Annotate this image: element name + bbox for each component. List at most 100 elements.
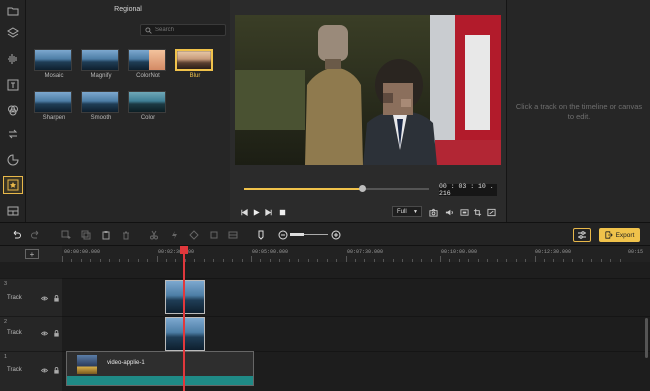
effects-icon[interactable] bbox=[3, 176, 23, 194]
effect-smooth[interactable]: Smooth bbox=[81, 91, 121, 121]
effect-sharpen[interactable]: Sharpen bbox=[34, 91, 74, 121]
copy-icon[interactable] bbox=[80, 229, 91, 240]
effect-thumbnail bbox=[175, 49, 213, 71]
lock-icon[interactable] bbox=[53, 330, 60, 337]
ruler-tick bbox=[156, 256, 158, 262]
freeze-frame-icon[interactable] bbox=[227, 229, 238, 240]
video-clip-name: video-applie-1 bbox=[107, 360, 145, 366]
aspect-ratio-icon[interactable] bbox=[459, 206, 469, 218]
lock-icon[interactable] bbox=[53, 367, 60, 374]
ruler-tick bbox=[80, 259, 82, 262]
fullscreen-icon[interactable] bbox=[486, 206, 496, 218]
lock-icon[interactable] bbox=[53, 295, 60, 302]
layout-icon[interactable] bbox=[3, 202, 23, 220]
ruler-tick bbox=[165, 259, 167, 262]
visibility-eye-icon[interactable] bbox=[41, 367, 48, 374]
crop-icon[interactable] bbox=[472, 206, 482, 218]
play-icon[interactable] bbox=[251, 206, 261, 218]
split-icon[interactable] bbox=[168, 229, 179, 240]
video-clip-thumbnail bbox=[77, 355, 97, 374]
export-button[interactable]: Export bbox=[599, 228, 640, 242]
search-input[interactable] bbox=[155, 27, 225, 33]
effect-clip-track-3[interactable] bbox=[165, 280, 205, 314]
ruler-tick bbox=[137, 259, 139, 262]
ruler-tick bbox=[288, 259, 290, 262]
timeline-zoom-slider[interactable] bbox=[290, 233, 328, 236]
marker-flag-icon[interactable] bbox=[255, 229, 266, 240]
chevron-down-icon: ▼ bbox=[413, 209, 418, 215]
video-canvas[interactable] bbox=[235, 15, 501, 165]
ruler-tick bbox=[610, 259, 612, 262]
search-box[interactable] bbox=[140, 24, 226, 36]
effect-label: Magnify bbox=[90, 73, 112, 79]
effect-clip-track-2[interactable] bbox=[165, 317, 205, 351]
snapshot-camera-icon[interactable] bbox=[428, 206, 438, 218]
playback-progress-bar[interactable] bbox=[244, 185, 429, 192]
ruler-tick bbox=[572, 259, 574, 262]
add-marker-icon[interactable] bbox=[60, 229, 71, 240]
video-clip[interactable]: video-applie-1 bbox=[66, 351, 254, 386]
ruler-tick bbox=[62, 256, 63, 262]
transition-icon[interactable] bbox=[3, 125, 23, 143]
zoom-select[interactable]: Full ▼ bbox=[392, 206, 422, 217]
cut-scissors-icon[interactable] bbox=[148, 229, 159, 240]
stop-icon[interactable] bbox=[277, 206, 287, 218]
ruler-tick bbox=[458, 259, 460, 262]
zoom-in-icon[interactable] bbox=[330, 229, 341, 240]
track-number: 2 bbox=[4, 319, 8, 325]
ruler-tick bbox=[421, 259, 423, 262]
zoom-out-icon[interactable] bbox=[277, 229, 288, 240]
ruler-label: 00:05:00.000 bbox=[252, 249, 289, 255]
text-icon[interactable] bbox=[3, 76, 23, 94]
layers-icon[interactable] bbox=[3, 24, 23, 42]
ruler-tick bbox=[364, 259, 366, 262]
step-forward-icon[interactable] bbox=[263, 206, 273, 218]
timeline-ruler[interactable]: 00:00:00.000 00:02:30.000 00:05:00.000 0… bbox=[62, 246, 650, 262]
export-icon bbox=[604, 231, 613, 239]
ruler-tick bbox=[562, 259, 564, 262]
redo-icon[interactable] bbox=[30, 229, 41, 240]
keyframe-icon[interactable] bbox=[188, 229, 199, 240]
effect-color[interactable]: Color bbox=[128, 91, 168, 121]
playback-scrubber-handle[interactable] bbox=[359, 185, 367, 192]
panel-title: Regional bbox=[114, 6, 142, 13]
properties-panel: Click a track on the timeline or canvas … bbox=[506, 0, 650, 222]
effect-thumbnail bbox=[34, 91, 72, 113]
playback-progress-fill bbox=[244, 188, 363, 190]
effects-panel: Regional Mosaic Magnify ColorNot Blur Sh… bbox=[26, 0, 230, 222]
effect-thumbnail bbox=[128, 91, 166, 113]
ruler-label: 00:10:00.000 bbox=[441, 249, 478, 255]
ruler-tick bbox=[203, 259, 205, 262]
undo-icon[interactable] bbox=[10, 229, 21, 240]
effect-blur[interactable]: Blur bbox=[175, 49, 215, 79]
visibility-eye-icon[interactable] bbox=[41, 295, 48, 302]
track-lane-3[interactable] bbox=[62, 278, 650, 316]
effect-magnify[interactable]: Magnify bbox=[81, 49, 121, 79]
ruler-label: 00:02:30.000 bbox=[158, 249, 195, 255]
effect-colornot[interactable]: ColorNot bbox=[128, 49, 168, 79]
add-track-button[interactable]: + bbox=[25, 249, 39, 259]
effect-mosaic[interactable]: Mosaic bbox=[34, 49, 74, 79]
track-lane-2[interactable] bbox=[62, 316, 650, 351]
ruler-tick bbox=[468, 259, 470, 262]
export-label: Export bbox=[615, 231, 635, 239]
crop-clip-icon[interactable] bbox=[208, 229, 219, 240]
delete-icon[interactable] bbox=[120, 229, 131, 240]
paste-icon[interactable] bbox=[100, 229, 111, 240]
timeline-playhead[interactable] bbox=[180, 246, 188, 391]
step-back-icon[interactable] bbox=[239, 206, 249, 218]
timeline-scrollbar[interactable] bbox=[645, 318, 648, 358]
media-folder-icon[interactable] bbox=[3, 2, 23, 20]
sticker-icon[interactable] bbox=[3, 151, 23, 169]
volume-icon[interactable] bbox=[444, 206, 454, 218]
settings-sliders-icon[interactable] bbox=[573, 228, 591, 242]
visibility-eye-icon[interactable] bbox=[41, 330, 48, 337]
effect-thumbnail bbox=[128, 49, 166, 71]
effect-label: Smooth bbox=[90, 115, 112, 121]
ruler-tick bbox=[600, 259, 602, 262]
ruler-tick bbox=[251, 256, 252, 262]
ruler-tick bbox=[109, 259, 111, 262]
audio-wave-icon[interactable] bbox=[3, 50, 23, 68]
ruler-tick bbox=[326, 259, 328, 262]
filter-icon[interactable] bbox=[3, 101, 23, 119]
